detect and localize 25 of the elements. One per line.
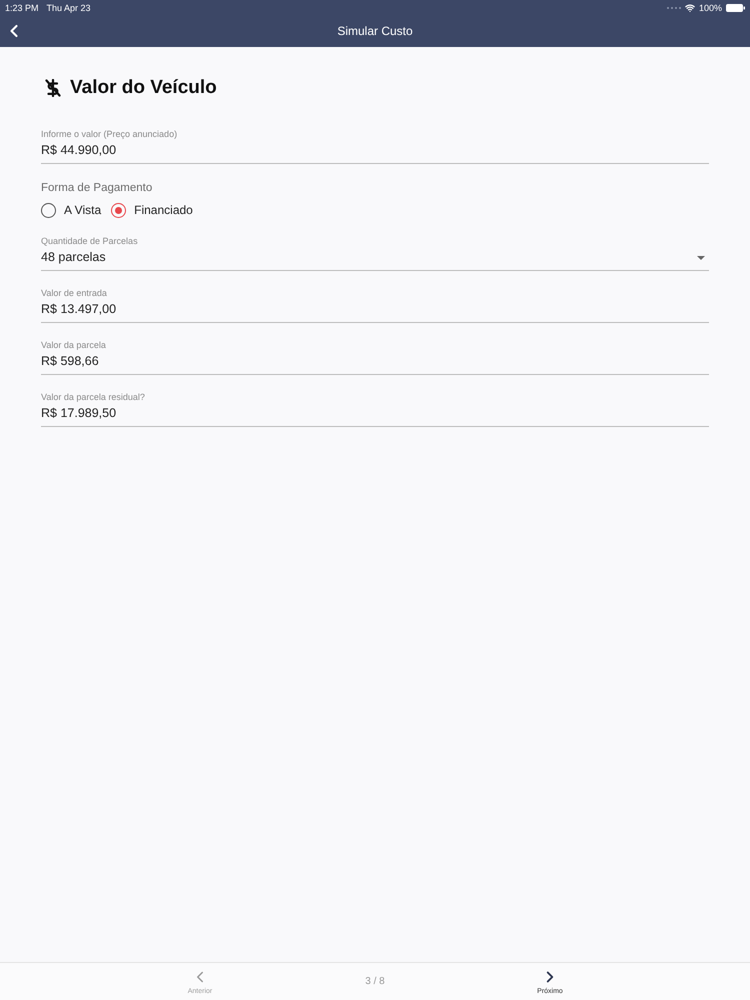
radio-label: Financiado <box>134 202 193 219</box>
battery-icon <box>726 4 745 12</box>
nav-title: Simular Custo <box>337 23 413 40</box>
status-date: Thu Apr 23 <box>46 2 91 12</box>
caret-icon <box>697 256 705 260</box>
field-label: Quantidade de Parcelas <box>41 235 139 247</box>
radio-label: A Vista <box>64 202 102 219</box>
page-indicator: 3 / 8 <box>365 975 385 989</box>
input-field[interactable]: R$ 13.497,00 <box>41 299 709 323</box>
field-label: Valor da parcela <box>41 339 107 351</box>
input-field[interactable]: R$ 44.990,00 <box>41 140 709 164</box>
input-field[interactable]: R$ 598,66 <box>41 351 709 375</box>
input-field[interactable]: R$ 17.989,50 <box>41 403 709 427</box>
select-field[interactable]: 48 parcelas <box>41 247 709 271</box>
field-label: Informe o valor (Preço anunciado) <box>41 128 178 140</box>
radio-button[interactable] <box>41 202 56 218</box>
field-label: Valor da parcela residual? <box>41 391 146 403</box>
dollar-off-icon <box>45 79 61 97</box>
section-title: Valor do Veículo <box>70 76 217 100</box>
field-label: Valor de entrada <box>41 287 108 299</box>
radio-button[interactable] <box>111 202 126 218</box>
wifi-icon <box>684 2 695 12</box>
battery-percent: 100% <box>698 2 722 12</box>
group-label: Forma de Pagamento <box>41 181 154 196</box>
status-time: 1:23 PM <box>5 2 39 12</box>
